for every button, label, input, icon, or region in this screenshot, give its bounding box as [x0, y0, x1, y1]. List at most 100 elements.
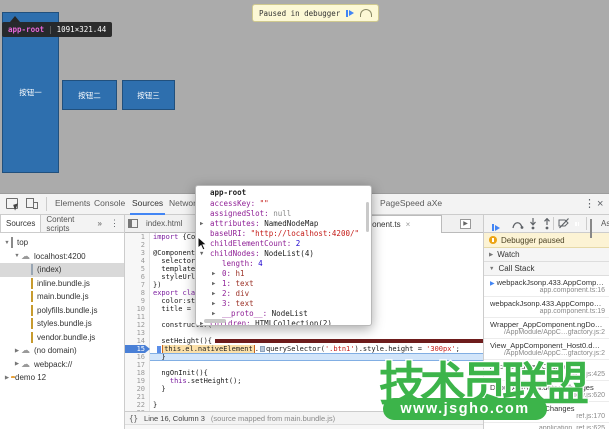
popup-property-baseURI[interactable]: baseURI: "http://localhost:4200/" — [196, 229, 371, 239]
main-tab-elements[interactable]: Elements — [53, 194, 92, 213]
popup-property-length[interactable]: length: 4 — [196, 259, 371, 269]
property-value: 4 — [258, 259, 263, 268]
main-tab-axe[interactable]: aXe — [425, 194, 444, 213]
line-number[interactable]: 17 — [125, 361, 150, 369]
step-out-button[interactable] — [542, 218, 552, 230]
expand-arrow-icon[interactable]: ▶ — [212, 309, 215, 319]
line-number[interactable]: 21 — [125, 393, 150, 401]
callstack-frame-location[interactable]: /AppModule/AppC…gfactory.js:2 — [490, 329, 605, 336]
tree-item-top[interactable]: ▼ top — [0, 236, 124, 250]
tree-arrow-icon[interactable]: ▶ — [13, 361, 21, 367]
line-number[interactable]: 13 — [125, 329, 150, 337]
line-number[interactable]: 4 — [125, 257, 150, 265]
tree-item-vendor-bundle-js[interactable]: vendor.bundle.js — [0, 331, 124, 345]
callstack-frame-location[interactable]: app.component.ts:16 — [490, 287, 605, 294]
line-number[interactable]: 6 — [125, 273, 150, 281]
navigator-more-icon[interactable]: ⋮ — [105, 215, 124, 232]
tab-close-icon[interactable]: × — [406, 220, 411, 229]
tree-item-main-bundle-js[interactable]: main.bundle.js — [0, 290, 124, 304]
tree-arrow-icon[interactable]: ▼ — [3, 240, 11, 246]
callstack-item-1[interactable]: webpackJsonp.433.AppCompo… app.component.… — [484, 297, 609, 318]
line-number[interactable]: 12 — [125, 321, 150, 329]
line-number[interactable]: 3 — [125, 249, 150, 257]
expand-arrow-icon[interactable]: ▶ — [212, 269, 215, 279]
callstack-item-2[interactable]: Wrapper_AppComponent.ngDo…/AppModule/App… — [484, 318, 609, 339]
page-button-2[interactable]: 按钮二 — [62, 80, 117, 110]
expand-arrow-icon[interactable]: ▶ — [212, 279, 215, 289]
popup-property-3[interactable]: ▶ 3: text — [196, 299, 371, 309]
tree-item--index-[interactable]: (index) — [0, 263, 124, 277]
line-number[interactable]: 8 — [125, 289, 150, 297]
pretty-print-icon[interactable]: {} — [129, 414, 138, 423]
popup-property-0[interactable]: ▶ 0: h1 — [196, 269, 371, 279]
callstack-frame-location[interactable]: app.component.ts:19 — [490, 308, 605, 315]
deactivate-breakpoints-button[interactable] — [558, 218, 570, 229]
popup-property-attributes[interactable]: ▶ attributes: NamedNodeMap — [196, 219, 371, 229]
resume-button[interactable] — [492, 218, 500, 236]
expand-arrow-icon[interactable]: ▶ — [212, 289, 215, 299]
tree-item-localhost-4200[interactable]: ▼ ☁ localhost:4200 — [0, 250, 124, 264]
expand-arrow-icon[interactable]: ▶ — [200, 319, 203, 325]
navigator-tab--[interactable]: » — [95, 215, 105, 232]
toggle-navigator-icon[interactable] — [128, 219, 138, 228]
section-header-call-stack[interactable]: ▼ Call Stack — [484, 262, 609, 276]
tree-item-webpack-[interactable]: ▶ ☁ webpack:// — [0, 358, 124, 372]
line-number[interactable]: 10 — [125, 305, 150, 313]
async-checkbox[interactable] — [590, 219, 592, 238]
expand-arrow-icon[interactable]: ▶ — [212, 299, 215, 309]
navigator-tab-content-scripts[interactable]: Content scripts — [41, 215, 94, 233]
expand-arrow-icon[interactable]: ▶ — [200, 219, 203, 229]
main-tab-pagespeed[interactable]: PageSpeed — [378, 194, 426, 213]
evaluated-expression[interactable]: this.el.nativeElement — [162, 345, 255, 353]
breakpoint-gutter[interactable]: 15 — [125, 345, 150, 353]
popup-property-childElementCount[interactable]: childElementCount: 2 — [196, 239, 371, 249]
navigator-tab-sources[interactable]: Sources — [0, 215, 42, 232]
line-number[interactable]: 2 — [125, 241, 150, 249]
section-header-watch[interactable]: ▶ Watch — [484, 248, 609, 262]
tab-overflow-icon[interactable]: ▶ — [460, 219, 471, 229]
popup-property-1[interactable]: ▶ 1: text — [196, 279, 371, 289]
popup-vertical-scrollbar[interactable] — [365, 202, 369, 232]
tree-arrow-icon[interactable]: ▶ — [3, 375, 11, 381]
line-number[interactable]: 1 — [125, 233, 150, 241]
tree-arrow-icon[interactable]: ▶ — [13, 348, 21, 354]
popup-property-childNodes[interactable]: ▼ childNodes: NodeList(4) — [196, 249, 371, 259]
tree-item-polyfills-bundle-js[interactable]: polyfills.bundle.js — [0, 304, 124, 318]
tree-script-icon — [31, 304, 33, 316]
popup-property-2[interactable]: ▶ 2: div — [196, 289, 371, 299]
step-over-button[interactable] — [511, 219, 524, 229]
line-number[interactable]: 22 — [125, 401, 150, 409]
banner-resume-icon[interactable] — [346, 9, 355, 17]
tree-item--no-domain-[interactable]: ▶ ☁ (no domain) — [0, 344, 124, 358]
line-number[interactable]: 9 — [125, 297, 150, 305]
devtools-close-icon[interactable]: × — [597, 194, 603, 214]
line-number[interactable]: 18 — [125, 369, 150, 377]
devtools-more-menu-icon[interactable]: ⋮ — [584, 194, 595, 214]
device-toolbar-icon[interactable] — [26, 198, 38, 209]
popup-property-__proto__[interactable]: ▶ __proto__: NodeList — [196, 309, 371, 319]
inspect-element-icon[interactable] — [6, 198, 18, 209]
tree-item-demo-12[interactable]: ▶ demo 12 — [0, 371, 124, 385]
banner-step-over-icon[interactable] — [360, 9, 373, 17]
callstack-item-0[interactable]: ▶ webpackJsonp.433.AppCompo… app.component… — [484, 276, 609, 297]
popup-horizontal-scrollbar[interactable] — [204, 319, 226, 323]
page-button-3[interactable]: 按钮三 — [122, 80, 175, 110]
line-number[interactable]: 11 — [125, 313, 150, 321]
step-into-button[interactable] — [528, 218, 538, 230]
tree-item-inline-bundle-js[interactable]: inline.bundle.js — [0, 277, 124, 291]
popup-property-accessKey[interactable]: accessKey: "" — [196, 199, 371, 209]
line-number[interactable]: 19 — [125, 377, 150, 385]
line-number[interactable]: 16 — [125, 353, 150, 361]
line-number[interactable]: 14 — [125, 337, 150, 345]
line-number[interactable]: 20 — [125, 385, 150, 393]
line-number[interactable]: 5 — [125, 265, 150, 273]
tree-arrow-icon[interactable]: ▼ — [13, 253, 21, 259]
main-tab-sources[interactable]: Sources — [130, 194, 166, 215]
callstack-item-7[interactable]: application_ref.js:625 — [484, 423, 609, 429]
editor-tab-index-html[interactable]: index.html — [140, 215, 188, 232]
callstack-frame-location[interactable]: application_ref.js:625 — [490, 425, 605, 429]
main-tab-console[interactable]: Console — [92, 194, 127, 213]
tree-item-styles-bundle-js[interactable]: styles.bundle.js — [0, 317, 124, 331]
popup-property-assignedSlot[interactable]: assignedSlot: null — [196, 209, 371, 219]
line-number[interactable]: 7 — [125, 281, 150, 289]
